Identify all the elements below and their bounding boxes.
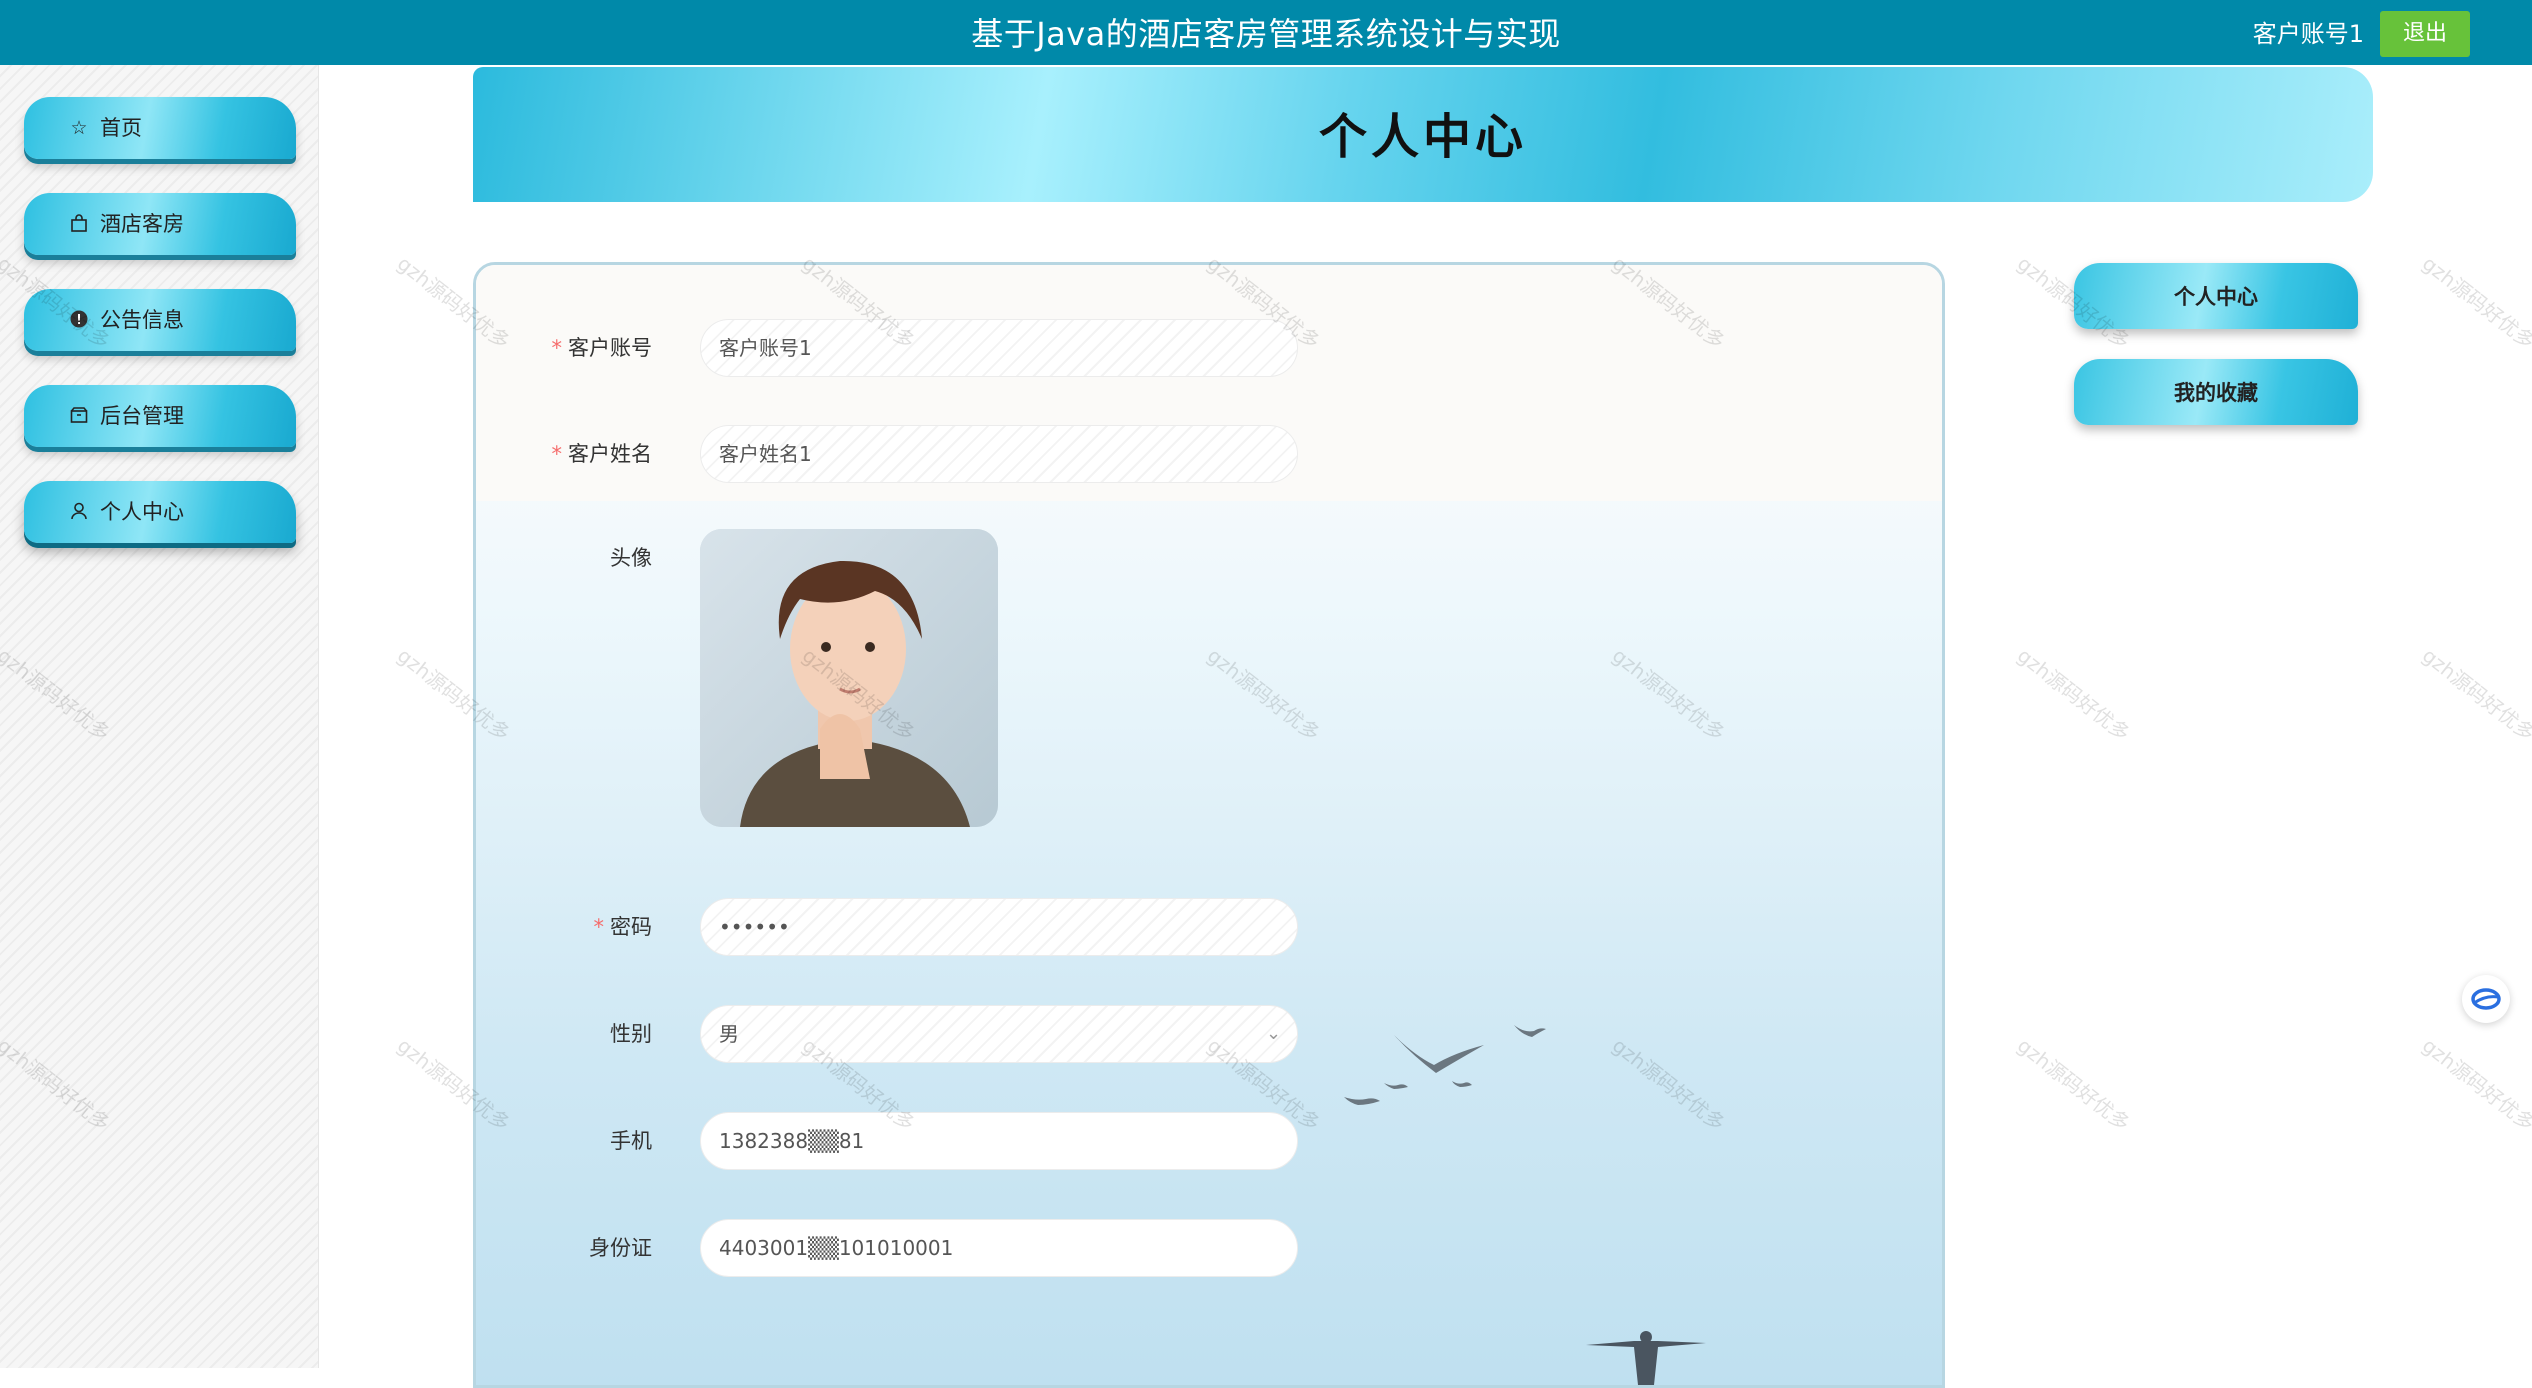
avatar-image[interactable] (700, 529, 998, 827)
assistant-icon (2471, 988, 2501, 1010)
sidebar-item-label: 首页 (100, 116, 142, 140)
password-field[interactable]: •••••• (700, 898, 1298, 956)
sidebar: ☆ 首页 酒店客房 公告信息 后台管理 个人中心 (0, 65, 319, 1368)
form-row-account: * 客户账号 客户账号1 (476, 319, 1376, 377)
page-banner: 个人中心 (473, 67, 2373, 202)
assistant-widget[interactable] (2462, 975, 2510, 1023)
form-row-password: * 密码 •••••• (476, 898, 1376, 956)
watermark-text: gzh源码好优多 (2417, 1033, 2532, 1136)
required-marker: * (593, 915, 605, 939)
right-menu-personal-center[interactable]: 个人中心 (2074, 263, 2358, 329)
idcard-field[interactable]: 4403001▒▒101010001 (700, 1219, 1298, 1277)
required-marker: * (551, 442, 563, 466)
sidebar-item-label: 酒店客房 (100, 212, 184, 236)
sidebar-item-label: 公告信息 (100, 308, 184, 332)
bag-icon (68, 213, 90, 235)
info-icon (68, 309, 90, 331)
sidebar-item-label: 个人中心 (100, 500, 184, 524)
gender-select[interactable]: 男 (700, 1005, 1298, 1063)
gender-label: 性别 (610, 1022, 652, 1046)
form-row-idcard: 身份证 4403001▒▒101010001 (476, 1219, 1376, 1277)
idcard-label: 身份证 (589, 1236, 652, 1260)
app-title: 基于Java的酒店客房管理系统设计与实现 (971, 15, 1561, 53)
name-label: * 客户姓名 (551, 442, 653, 466)
sidebar-item-announcements[interactable]: 公告信息 (24, 289, 296, 351)
watermark-text: gzh源码好优多 (2417, 251, 2532, 354)
phone-field[interactable]: 1382388▒▒81 (700, 1112, 1298, 1170)
required-marker: * (551, 336, 563, 360)
logout-button[interactable]: 退出 (2380, 11, 2470, 57)
right-menu-my-favorites[interactable]: 我的收藏 (2074, 359, 2358, 425)
watermark-text: gzh源码好优多 (2012, 643, 2135, 746)
sidebar-item-admin[interactable]: 后台管理 (24, 385, 296, 447)
star-icon: ☆ (70, 117, 88, 139)
birds-decoration (1344, 1025, 1546, 1105)
watermark-text: gzh源码好优多 (2417, 643, 2532, 746)
sidebar-item-home[interactable]: ☆ 首页 (24, 97, 296, 159)
name-field[interactable]: 客户姓名1 (700, 425, 1298, 483)
box-icon (68, 405, 90, 427)
account-label: * 客户账号 (551, 336, 653, 360)
person-silhouette-decoration (1586, 1331, 1706, 1385)
form-row-phone: 手机 1382388▒▒81 (476, 1112, 1376, 1170)
phone-label: 手机 (610, 1129, 652, 1153)
account-field[interactable]: 客户账号1 (700, 319, 1298, 377)
page-title: 个人中心 (1318, 109, 1527, 165)
sidebar-item-hotel-rooms[interactable]: 酒店客房 (24, 193, 296, 255)
profile-form-card: * 客户账号 客户账号1 * 客户姓名 客户姓名1 头像 * 密码 •••••• 性别 (473, 262, 1945, 1388)
current-username: 客户账号1 (2252, 20, 2364, 48)
chevron-down-icon: ⌄ (1266, 1023, 1282, 1044)
user-icon (68, 501, 90, 523)
avatar-label: 头像 (610, 546, 652, 570)
form-row-gender: 性别 男 ⌄ (476, 1005, 1376, 1063)
sidebar-item-label: 后台管理 (100, 404, 184, 428)
top-bar: 基于Java的酒店客房管理系统设计与实现 客户账号1 退出 (0, 0, 2532, 65)
password-label: * 密码 (593, 915, 653, 939)
form-row-name: * 客户姓名 客户姓名1 (476, 425, 1376, 483)
sidebar-item-personal-center[interactable]: 个人中心 (24, 481, 296, 543)
watermark-text: gzh源码好优多 (2012, 1033, 2135, 1136)
